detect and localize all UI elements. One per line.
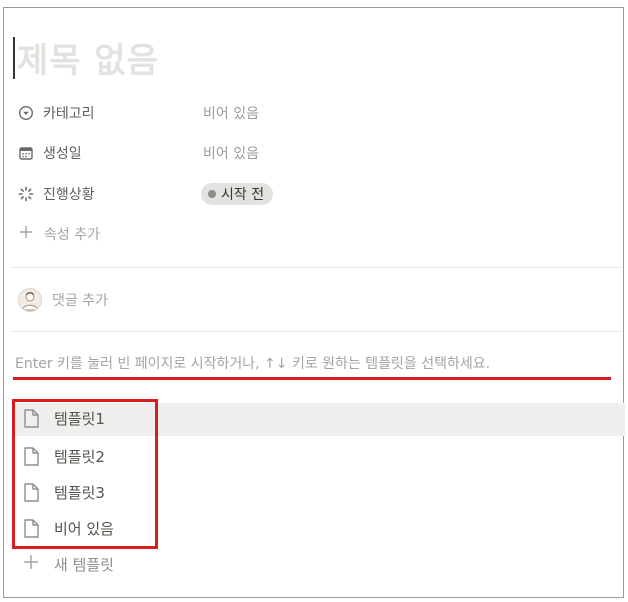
status-dot (208, 190, 216, 198)
text-caret (13, 37, 15, 79)
chevron-circle-icon (18, 105, 34, 121)
property-row-created[interactable]: 생성일 비어 있음 (18, 140, 608, 166)
calendar-icon (18, 145, 34, 161)
status-label: 시작 전 (221, 187, 265, 203)
avatar (18, 288, 42, 312)
property-name: 카테고리 (43, 106, 95, 122)
template-hint-text: Enter 키를 눌러 빈 페이지로 시작하거나, ↑↓ 키로 원하는 템플릿을… (15, 356, 491, 372)
plus-icon (18, 224, 34, 244)
divider (10, 267, 622, 268)
property-name: 생성일 (43, 146, 82, 162)
plus-icon (22, 553, 40, 575)
add-comment-button[interactable]: 댓글 추가 (18, 288, 108, 312)
new-template-button[interactable]: 새 템플릿 (22, 553, 114, 575)
new-template-label: 새 템플릿 (54, 555, 114, 574)
divider (10, 331, 622, 332)
property-value[interactable]: 비어 있음 (203, 103, 259, 123)
page-title-input[interactable]: 제목 없음 (17, 33, 159, 82)
property-row-category[interactable]: 카테고리 비어 있음 (18, 100, 608, 126)
status-badge[interactable]: 시작 전 (201, 183, 274, 205)
add-property-button[interactable]: 속성 추가 (18, 224, 100, 244)
add-comment-label: 댓글 추가 (52, 293, 108, 309)
loader-icon (18, 186, 34, 202)
property-name: 진행상황 (43, 187, 95, 203)
add-property-label: 속성 추가 (44, 227, 100, 243)
annotation-underline (13, 377, 611, 380)
property-value[interactable]: 비어 있음 (203, 143, 259, 163)
property-row-status[interactable]: 진행상황 시작 전 (18, 181, 608, 207)
annotation-box (12, 399, 158, 549)
